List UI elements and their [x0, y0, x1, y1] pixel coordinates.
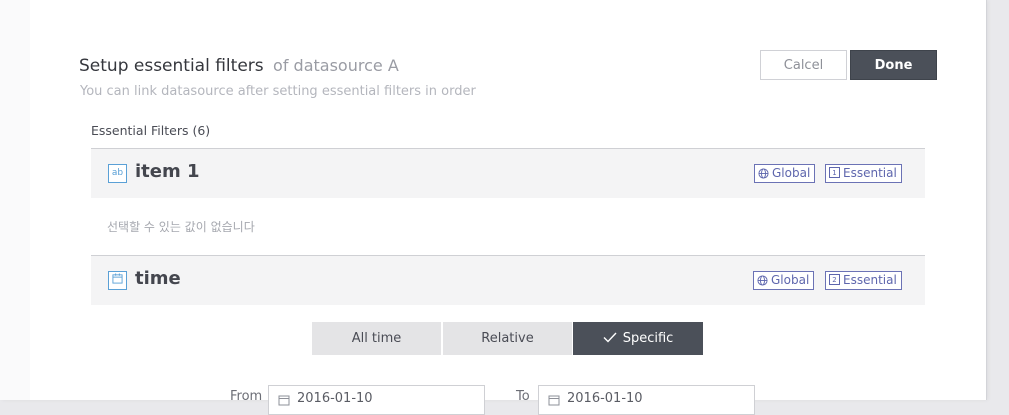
from-label: From — [230, 389, 263, 404]
global-tag: Global — [754, 164, 816, 183]
filter-row-time[interactable]: time Global 2 Essential — [91, 255, 925, 305]
title-main: Setup essential filters — [79, 56, 264, 76]
specific-option-label: Specific — [622, 331, 674, 346]
globe-icon — [758, 168, 769, 179]
specific-option[interactable]: Specific — [573, 322, 703, 355]
panel-edge — [0, 0, 30, 400]
globe-icon — [757, 275, 768, 286]
from-date-input[interactable]: 2016-01-10 — [268, 385, 485, 415]
essential-tag-label: Essential — [843, 166, 897, 180]
to-label: To — [516, 389, 530, 404]
check-icon — [603, 332, 617, 343]
calendar-icon — [548, 395, 560, 406]
cancel-button[interactable]: Calcel — [760, 50, 847, 80]
order-2-icon: 2 — [829, 274, 840, 285]
to-date-value: 2016-01-10 — [567, 391, 643, 406]
text-type-icon: ab — [108, 164, 127, 183]
title-datasource: of datasource A — [273, 56, 399, 75]
calendar-type-icon — [108, 271, 127, 290]
relative-option[interactable]: Relative — [443, 322, 572, 355]
all-time-option[interactable]: All time — [312, 322, 441, 355]
essential-tag: 1 Essential — [825, 164, 902, 183]
filter-row-item-1[interactable]: ab item 1 Global 1 Essential — [91, 148, 925, 198]
done-button[interactable]: Done — [850, 50, 937, 80]
from-date-value: 2016-01-10 — [297, 391, 373, 406]
global-tag-label: Global — [771, 273, 810, 287]
essential-filters-label: Essential Filters (6) — [91, 123, 211, 138]
essential-tag-label: Essential — [843, 273, 897, 287]
filter-name: time — [135, 268, 181, 289]
page-title: Setup essential filters of datasource A — [79, 56, 399, 76]
global-tag: Global — [753, 271, 815, 290]
global-tag-label: Global — [772, 166, 811, 180]
order-1-icon: 1 — [829, 167, 840, 178]
filter-setup-panel: Setup essential filters of datasource A … — [0, 0, 986, 415]
calendar-icon — [278, 395, 290, 406]
filter-name: item 1 — [135, 161, 200, 182]
page-subtitle: You can link datasource after setting es… — [80, 84, 476, 99]
to-date-input[interactable]: 2016-01-10 — [538, 385, 755, 415]
essential-tag: 2 Essential — [825, 271, 902, 290]
no-values-message: 선택할 수 있는 값이 없습니다 — [107, 220, 255, 234]
